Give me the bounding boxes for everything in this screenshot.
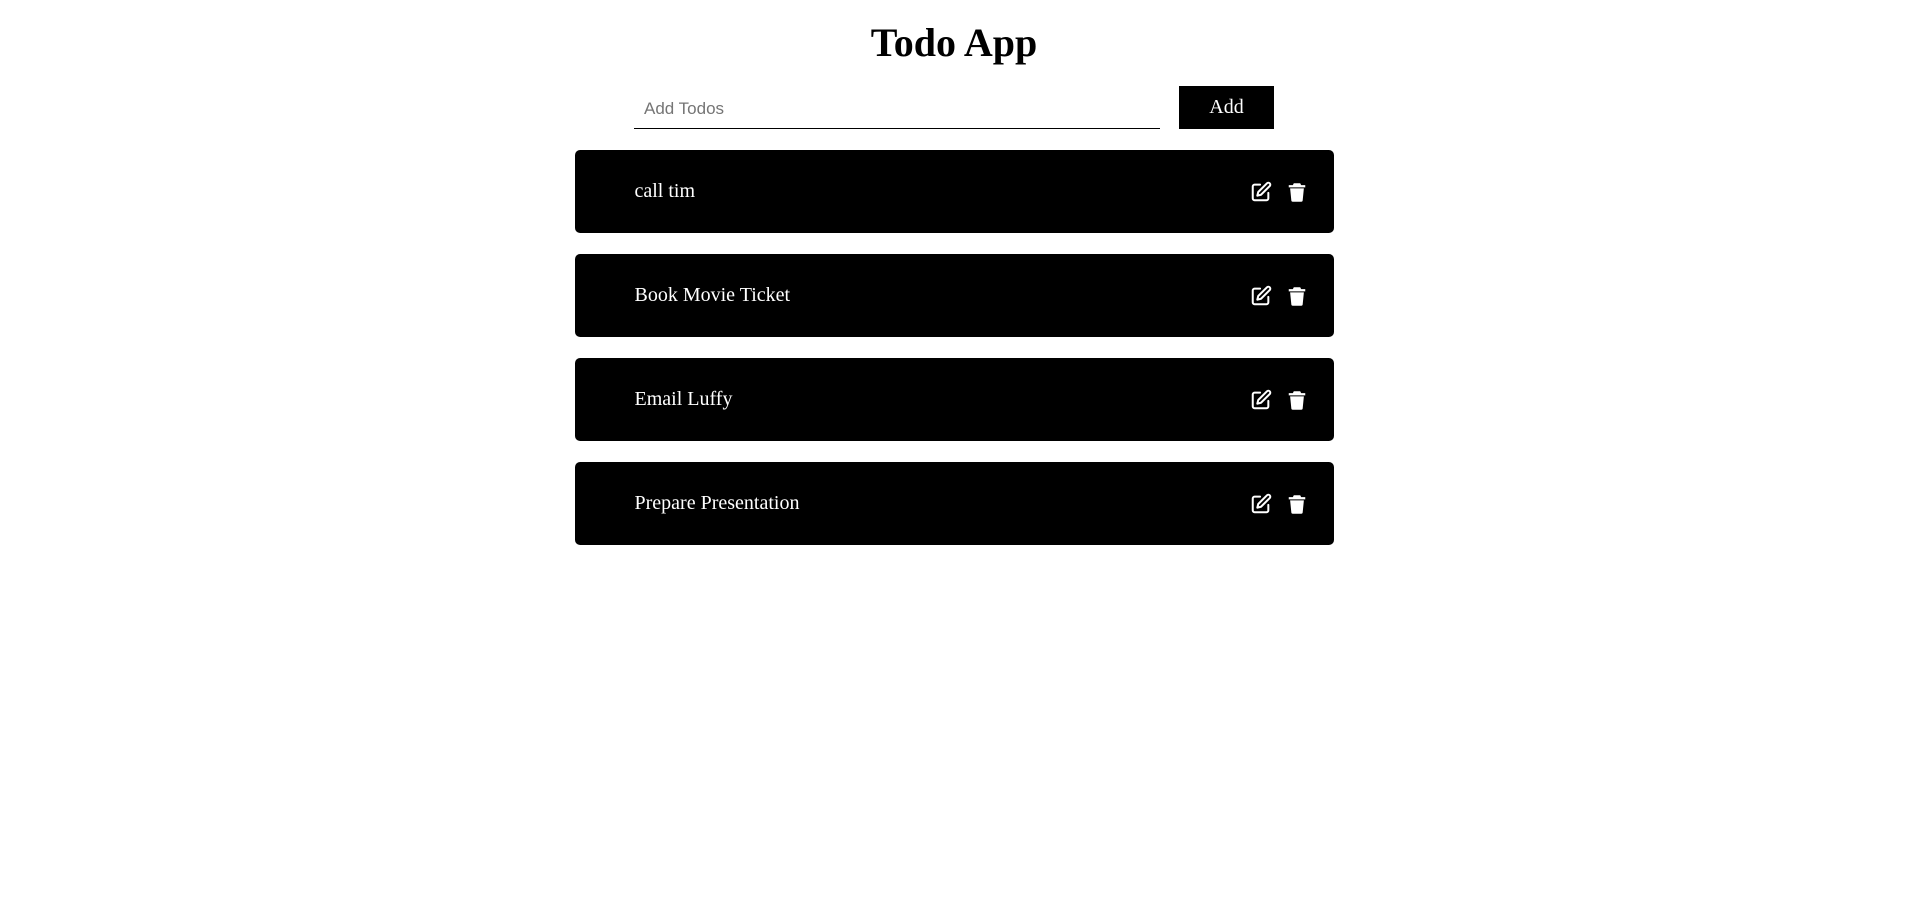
- add-todo-input[interactable]: [634, 89, 1160, 129]
- todo-text: Book Movie Ticket: [634, 284, 791, 306]
- todo-actions: [1250, 285, 1308, 307]
- trash-icon[interactable]: [1286, 493, 1308, 515]
- edit-icon[interactable]: [1250, 389, 1272, 411]
- trash-icon[interactable]: [1286, 181, 1308, 203]
- trash-icon[interactable]: [1286, 389, 1308, 411]
- edit-icon[interactable]: [1250, 285, 1272, 307]
- todo-text: Prepare Presentation: [634, 492, 800, 514]
- edit-icon[interactable]: [1250, 493, 1272, 515]
- todo-item: Book Movie Ticket: [574, 254, 1334, 337]
- todo-actions: [1250, 389, 1308, 411]
- todo-item: Prepare Presentation: [574, 462, 1334, 545]
- todo-text: call tim: [634, 180, 696, 202]
- todo-item: call tim: [574, 150, 1334, 233]
- todo-list: call tim Book Movie Ticket Email Luffy P…: [574, 150, 1334, 566]
- add-todo-form: Add: [634, 86, 1274, 129]
- add-button[interactable]: Add: [1179, 86, 1274, 129]
- todo-item: Email Luffy: [574, 358, 1334, 441]
- todo-text: Email Luffy: [634, 388, 733, 410]
- todo-actions: [1250, 493, 1308, 515]
- trash-icon[interactable]: [1286, 285, 1308, 307]
- todo-app: Todo App Add call tim Book Movie Ticket: [0, 0, 1908, 566]
- todo-actions: [1250, 181, 1308, 203]
- page-title: Todo App: [870, 20, 1038, 65]
- edit-icon[interactable]: [1250, 181, 1272, 203]
